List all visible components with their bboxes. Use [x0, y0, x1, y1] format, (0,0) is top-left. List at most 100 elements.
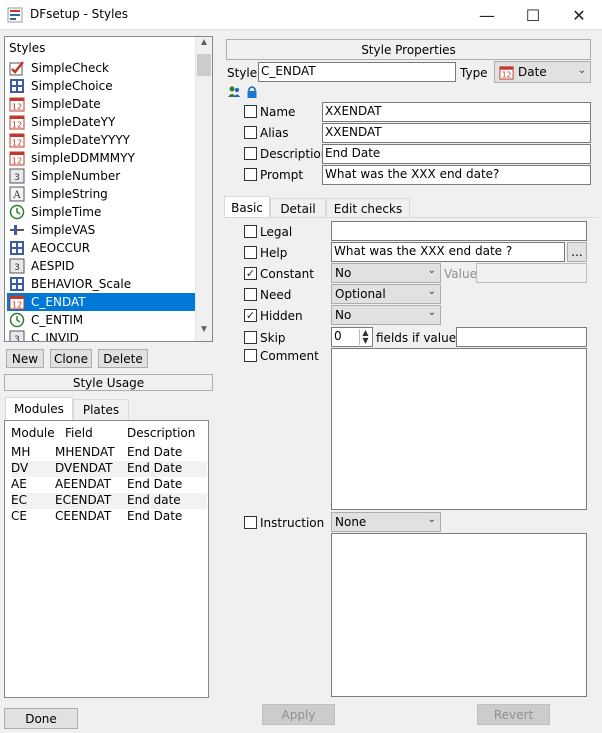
table-row[interactable]: MH MHENDAT End Date — [11, 445, 207, 461]
style-list-item[interactable]: 12 SimpleDateYYYY — [7, 131, 197, 149]
number-style-icon: 3 — [9, 258, 25, 274]
style-label: Style — [227, 66, 258, 80]
name-checkbox[interactable] — [244, 105, 257, 118]
style-list-item[interactable]: SimpleTime — [7, 203, 197, 221]
delete-button[interactable]: Delete — [98, 349, 148, 368]
table-cell: End Date — [127, 509, 183, 523]
style-list-item[interactable]: 3 C_INVID — [7, 329, 197, 342]
table-row[interactable]: CE CEENDAT End Date — [11, 509, 207, 525]
scroll-up-icon[interactable]: ▲ — [196, 37, 212, 54]
window-title: DFsetup - Styles — [30, 7, 129, 21]
style-list-item[interactable]: 12 C_ENDAT — [7, 293, 197, 311]
need-checkbox[interactable] — [244, 288, 257, 301]
instruction-checkbox[interactable] — [244, 516, 257, 529]
style-name-input[interactable]: C_ENDAT — [258, 62, 456, 82]
skip-count-stepper[interactable]: 0 ▲ ▼ — [331, 327, 373, 347]
tab-detail[interactable]: Detail — [270, 198, 326, 218]
table-row[interactable]: EC ECENDAT End date — [11, 493, 207, 509]
column-header-module[interactable]: Module — [11, 426, 55, 440]
style-list-item[interactable]: 3 SimpleNumber — [7, 167, 197, 185]
style-list-item-label: SimpleVAS — [31, 223, 96, 237]
constant-checkbox[interactable]: ✓ — [244, 267, 257, 280]
tab-edit-checks[interactable]: Edit checks — [326, 198, 410, 218]
styles-scrollbar[interactable]: ▲ ▼ — [195, 37, 212, 341]
instruction-label: Instruction — [260, 516, 325, 530]
column-header-field[interactable]: Field — [65, 426, 93, 440]
close-button[interactable]: ✕ — [556, 0, 602, 30]
legal-input[interactable] — [331, 221, 587, 241]
skip-checkbox[interactable] — [244, 331, 257, 344]
chevron-down-icon: ⌄ — [577, 65, 586, 76]
style-list-item[interactable]: AEOCCUR — [7, 239, 197, 257]
help-input[interactable]: What was the XXX end date ? — [331, 242, 565, 262]
hidden-label: Hidden — [260, 309, 303, 323]
style-list-item[interactable]: SimpleChoice — [7, 77, 197, 95]
style-list-item[interactable]: 12 simpleDDMMMYY — [7, 149, 197, 167]
alias-checkbox[interactable] — [244, 126, 257, 139]
style-list-item[interactable]: A SimpleString — [7, 185, 197, 203]
styles-list-header: Styles — [9, 41, 46, 55]
tab-basic[interactable]: Basic — [224, 196, 270, 218]
instruction-textarea[interactable] — [331, 533, 587, 697]
apply-button[interactable]: Apply — [262, 704, 335, 725]
svg-text:12: 12 — [12, 121, 22, 130]
minimize-button[interactable]: — — [464, 0, 510, 30]
hidden-checkbox[interactable]: ✓ — [244, 309, 257, 322]
table-header-row: Module Field Description — [11, 426, 207, 442]
maximize-button[interactable]: ☐ — [510, 0, 556, 30]
need-label: Need — [260, 288, 292, 302]
style-list-item[interactable]: SimpleCheck — [7, 59, 197, 77]
style-list-item-label: SimpleTime — [31, 205, 102, 219]
scroll-thumb[interactable] — [197, 54, 211, 76]
style-list-item[interactable]: SimpleVAS — [7, 221, 197, 239]
hidden-select[interactable]: No ⌄ — [331, 305, 441, 325]
tab-modules[interactable]: Modules — [5, 397, 73, 420]
comment-checkbox[interactable] — [244, 349, 257, 362]
clone-button[interactable]: Clone — [50, 349, 92, 368]
users-icon[interactable] — [227, 85, 241, 99]
style-list-item-label: SimpleNumber — [31, 169, 121, 183]
style-list-item[interactable]: 12 SimpleDateYY — [7, 113, 197, 131]
table-row[interactable]: AE AEENDAT End Date — [11, 477, 207, 493]
table-cell: ECENDAT — [55, 493, 112, 507]
legal-checkbox[interactable] — [244, 225, 257, 238]
legal-label: Legal — [260, 225, 293, 239]
style-list-item[interactable]: 3 AESPID — [7, 257, 197, 275]
prompt-input[interactable]: What was the XXX end date? — [322, 165, 591, 185]
svg-text:A: A — [12, 190, 21, 201]
column-header-description[interactable]: Description — [127, 426, 195, 440]
alias-input[interactable]: XXENDAT — [322, 123, 591, 143]
help-browse-button[interactable]: ... — [567, 242, 587, 262]
style-list-item-label: AESPID — [31, 259, 75, 273]
number-style-icon: 3 — [9, 330, 25, 342]
styles-list[interactable]: Styles SimpleCheck SimpleChoice 12 SimpleDa… — [4, 36, 213, 342]
type-select[interactable]: 12 Date ⌄ — [494, 61, 591, 83]
instruction-select[interactable]: None ⌄ — [331, 512, 441, 532]
skip-value-input[interactable] — [456, 327, 587, 347]
help-checkbox[interactable] — [244, 246, 257, 259]
style-list-item[interactable]: C_ENTIM — [7, 311, 197, 329]
description-input[interactable]: End Date — [322, 144, 591, 164]
lock-icon[interactable] — [245, 85, 259, 99]
comment-textarea[interactable] — [331, 348, 587, 510]
scroll-down-icon[interactable]: ▼ — [196, 324, 212, 341]
stepper-arrows-icon[interactable]: ▲ ▼ — [359, 329, 371, 345]
prompt-checkbox[interactable] — [244, 168, 257, 181]
need-select[interactable]: Optional ⌄ — [331, 284, 441, 304]
new-button[interactable]: New — [6, 349, 44, 368]
svg-text:3: 3 — [14, 335, 20, 342]
tab-plates[interactable]: Plates — [73, 399, 129, 420]
choice-style-icon — [9, 240, 25, 256]
style-list-item[interactable]: 12 SimpleDate — [7, 95, 197, 113]
done-button[interactable]: Done — [4, 708, 78, 729]
name-input[interactable]: XXENDAT — [322, 102, 591, 122]
svg-text:12: 12 — [12, 103, 22, 112]
description-checkbox[interactable] — [244, 147, 257, 160]
table-cell: AEENDAT — [55, 477, 111, 491]
date-style-icon: 12 — [9, 114, 25, 130]
revert-button[interactable]: Revert — [477, 704, 550, 725]
table-row[interactable]: DV DVENDAT End Date — [11, 461, 207, 477]
style-list-item[interactable]: BEHAVIOR_Scale — [7, 275, 197, 293]
constant-select[interactable]: No ⌄ — [331, 263, 441, 283]
alias-label: Alias — [260, 126, 289, 140]
